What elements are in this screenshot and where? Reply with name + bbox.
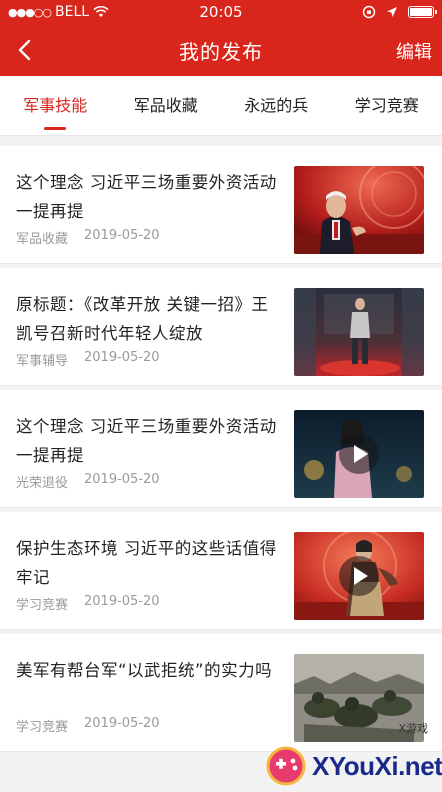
list-item[interactable]: 这个理念 习近平三场重要外资活动一提再提 光荣退役 2019-05-20 [0, 390, 442, 508]
item-date: 2019-05-20 [84, 472, 160, 487]
signal-strength-icon: ●●●○○ [8, 5, 52, 19]
carrier-name: BELL [55, 4, 90, 20]
item-title: 这个理念 习近平三场重要外资活动一提再提 [16, 417, 277, 465]
list-item[interactable]: 保护生态环境 习近平的这些话值得牢记 学习竞赛 2019-05-20 [0, 512, 442, 630]
gamepad-logo-icon [262, 740, 310, 788]
item-title: 保护生态环境 习近平的这些话值得牢记 [16, 539, 277, 587]
item-thumbnail[interactable] [294, 532, 424, 620]
page-title: 我的发布 [179, 39, 263, 64]
item-meta: 学习竞赛 2019-05-20 [16, 594, 160, 613]
battery-icon [408, 6, 437, 18]
item-thumbnail [294, 288, 424, 376]
watermark: X游戏 XYouXi.net [262, 718, 442, 788]
tab-study-contest[interactable]: 学习竞赛 [332, 76, 442, 136]
item-date: 2019-05-20 [84, 228, 160, 243]
item-category: 学习竞赛 [16, 598, 69, 613]
back-button[interactable] [10, 36, 38, 64]
publication-list: 这个理念 习近平三场重要外资活动一提再提 军品收藏 2019-05-20 原标题… [0, 146, 442, 756]
item-thumbnail [294, 166, 424, 254]
status-time: 20:05 [199, 3, 243, 21]
chevron-left-icon [18, 39, 31, 61]
tab-forever-soldier[interactable]: 永远的兵 [221, 76, 332, 136]
item-thumbnail[interactable] [294, 410, 424, 498]
item-meta: 光荣退役 2019-05-20 [16, 472, 160, 491]
item-category: 光荣退役 [16, 476, 69, 491]
thumbnail-image [294, 166, 424, 254]
play-icon[interactable] [339, 434, 379, 474]
list-item[interactable]: 这个理念 习近平三场重要外资活动一提再提 军品收藏 2019-05-20 [0, 146, 442, 264]
item-meta: 学习竞赛 2019-05-20 [16, 716, 160, 735]
watermark-main-text: XYouXi.net [312, 751, 442, 781]
play-icon[interactable] [339, 556, 379, 596]
item-title: 美军有帮台军“以武拒统”的实力吗 [16, 661, 273, 680]
list-item[interactable]: 原标题：《改革开放 关键一招》王凯号召新时代年轻人绽放 军事辅导 2019-05… [0, 268, 442, 386]
location-icon [387, 7, 397, 17]
item-date: 2019-05-20 [84, 350, 160, 365]
item-title: 这个理念 习近平三场重要外资活动一提再提 [16, 173, 277, 221]
edit-button[interactable]: 编辑 [396, 38, 432, 64]
item-category: 军品收藏 [16, 232, 69, 247]
category-tabs: 军事技能 军品收藏 永远的兵 学习竞赛 [0, 76, 442, 136]
status-bar: ●●●○○ BELL 20:05 [0, 0, 442, 24]
rotation-lock-icon [362, 5, 376, 19]
item-category: 学习竞赛 [16, 720, 69, 735]
status-indicators [284, 5, 437, 19]
tab-military-skills[interactable]: 军事技能 [0, 76, 111, 136]
thumbnail-image [294, 288, 424, 376]
watermark-top-text: X游戏 [398, 722, 428, 735]
item-date: 2019-05-20 [84, 594, 160, 609]
item-meta: 军品收藏 2019-05-20 [16, 228, 160, 247]
item-category: 军事辅导 [16, 354, 69, 369]
tab-military-collection[interactable]: 军品收藏 [111, 76, 222, 136]
item-meta: 军事辅导 2019-05-20 [16, 350, 160, 369]
wifi-icon [93, 6, 109, 17]
carrier-info: ●●●○○ BELL [8, 4, 158, 20]
nav-bar: 我的发布 编辑 [0, 24, 442, 76]
item-date: 2019-05-20 [84, 716, 160, 731]
item-title: 原标题：《改革开放 关键一招》王凯号召新时代年轻人绽放 [16, 295, 269, 343]
